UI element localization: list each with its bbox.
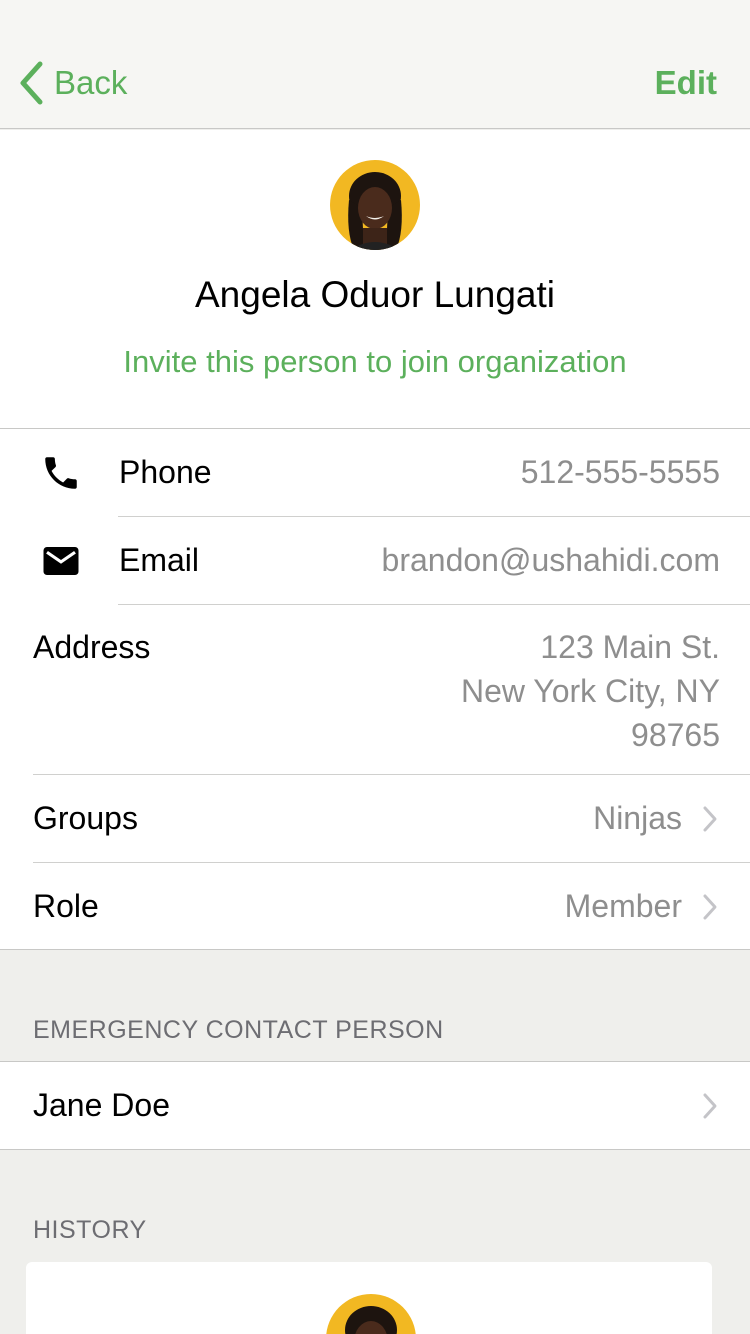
history-card[interactable] <box>26 1262 712 1334</box>
role-label: Role <box>33 888 99 924</box>
address-line-1: 123 Main St. <box>540 629 720 665</box>
phone-row[interactable]: Phone 512-555-5555 <box>0 429 750 517</box>
role-value: Member <box>564 888 682 924</box>
address-line-3: 98765 <box>631 717 720 753</box>
back-button[interactable]: Back <box>18 58 127 108</box>
email-label: Email <box>119 542 200 578</box>
email-icon <box>43 547 79 575</box>
contact-details: Phone 512-555-5555 Email brandon@ushahid… <box>0 428 750 950</box>
role-row[interactable]: Role Member <box>0 863 750 951</box>
groups-row[interactable]: Groups Ninjas <box>0 775 750 863</box>
emergency-section-header: EMERGENCY CONTACT PERSON <box>33 1016 444 1044</box>
address-row: Address 123 Main St. New York City, NY 9… <box>0 605 750 775</box>
profile-name: Angela Oduor Lungati <box>195 274 555 315</box>
email-value: brandon@ushahidi.com <box>381 542 720 578</box>
profile-header: Angela Oduor Lungati Invite this person … <box>0 130 750 428</box>
avatar <box>326 1294 416 1334</box>
email-row[interactable]: Email brandon@ushahidi.com <box>0 517 750 605</box>
chevron-right-icon <box>703 1093 717 1119</box>
address-label: Address <box>33 629 151 665</box>
groups-value: Ninjas <box>593 800 682 836</box>
phone-icon <box>45 457 77 489</box>
phone-value: 512-555-5555 <box>520 454 720 490</box>
avatar <box>330 160 420 250</box>
edit-button[interactable]: Edit <box>655 60 717 106</box>
address-line-2: New York City, NY <box>460 673 720 709</box>
chevron-left-icon <box>20 61 43 105</box>
back-label: Back <box>54 64 128 101</box>
navigation-bar: Back Edit <box>0 0 750 129</box>
groups-label: Groups <box>33 800 138 836</box>
invite-link[interactable]: Invite this person to join organization <box>0 340 750 384</box>
emergency-contact-row[interactable]: Jane Doe <box>0 1061 750 1150</box>
emergency-contact-name: Jane Doe <box>33 1087 170 1123</box>
history-section-header: HISTORY <box>33 1216 147 1244</box>
chevron-right-icon <box>703 894 717 920</box>
chevron-right-icon <box>703 806 717 832</box>
phone-label: Phone <box>119 454 212 490</box>
address-value: 123 Main St. New York City, NY 98765 <box>461 625 720 757</box>
